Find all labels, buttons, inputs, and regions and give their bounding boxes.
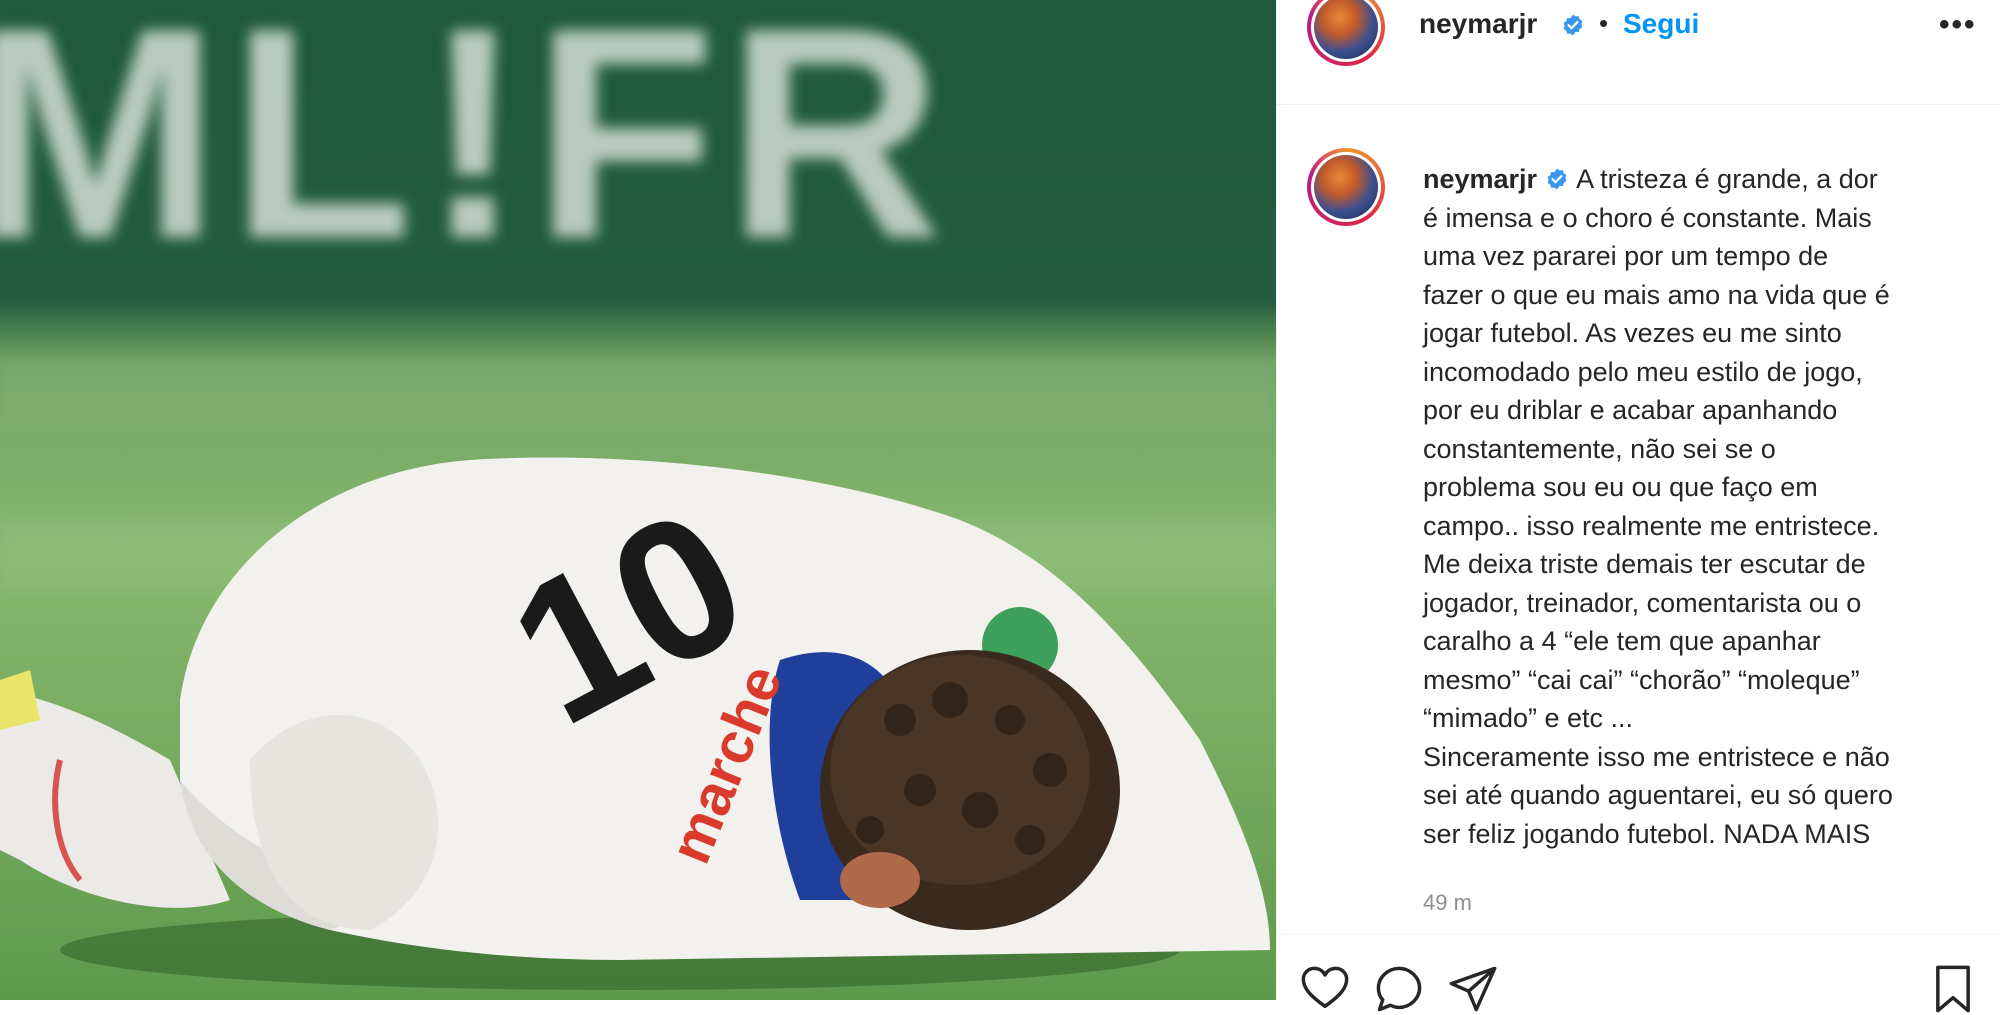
caption-line: problema sou eu ou que faço em [1423,472,1818,502]
caption-line: fazer o que eu mais amo na vida que é [1423,279,1890,310]
header-username[interactable]: neymarjr [1419,8,1537,40]
header-avatar[interactable] [1307,0,1385,66]
caption-line: Me deixa triste demais ter escutar de [1423,549,1866,579]
caption-first-line: neymarjr A tristeza é grande, a dor [1423,160,1973,199]
header-separator: • [1599,8,1609,38]
paper-plane-icon[interactable] [1447,963,1499,1015]
caption-avatar[interactable] [1307,148,1385,226]
caption-line: incomodado pelo meu estilo de jogo, [1423,356,1863,387]
caption-line: “mimado” e etc ... [1423,703,1634,733]
caption-line: ser feliz jogando futebol. NADA MAIS [1423,818,1871,849]
instagram-post: ML!FR 10 marche neymarjr • Segui ••• ney… [0,0,2000,1013]
caption-line: jogar futebol. As vezes eu me sinto [1423,318,1842,348]
post-action-bar [1277,934,2000,1013]
caption-line: constantemente, não sei se o [1423,433,1776,464]
bookmark-icon[interactable] [1927,963,1979,1015]
post-header: neymarjr • Segui ••• [1277,0,2000,105]
caption-line: mesmo” “cai cai” “chorão” “moleque” [1423,664,1860,695]
verified-badge-icon [1563,14,1583,36]
caption-username[interactable]: neymarjr [1423,164,1537,194]
caption-line: por eu driblar e acabar apanhando [1423,395,1838,425]
caption-line: é imensa e o choro é constante. Mais [1423,202,1872,233]
caption-line: jogador, treinador, comentarista ou o [1423,587,1862,618]
player-ear [840,852,920,908]
caption-line: campo.. isso realmente me entristece. [1423,510,1880,541]
follow-button[interactable]: Segui [1623,8,1699,40]
injured-player-illustration: 10 marche [0,457,1270,990]
caption-line: A tristeza é grande, a dor [1576,164,1878,194]
heart-icon[interactable] [1299,963,1351,1015]
player-boot [0,670,40,730]
post-timestamp[interactable]: 49 m [1423,890,1472,916]
caption-line: sei até quando aguentarei, eu só quero [1423,780,1893,810]
caption-line: uma vez pararei por um tempo de [1423,241,1829,271]
more-options-icon[interactable]: ••• [1939,8,1977,42]
post-side-panel: neymarjr • Segui ••• neymarjr A tristeza… [1276,0,2000,1013]
post-caption: neymarjr A tristeza é grande, a dor é im… [1423,160,1973,853]
comment-icon[interactable] [1373,963,1425,1015]
verified-badge-icon [1547,168,1566,190]
post-photo[interactable]: ML!FR 10 marche [0,0,1276,1000]
caption-line: caralho a 4 “ele tem que apanhar [1423,626,1821,656]
caption-line: Sinceramente isso me entristece e não [1423,741,1890,772]
